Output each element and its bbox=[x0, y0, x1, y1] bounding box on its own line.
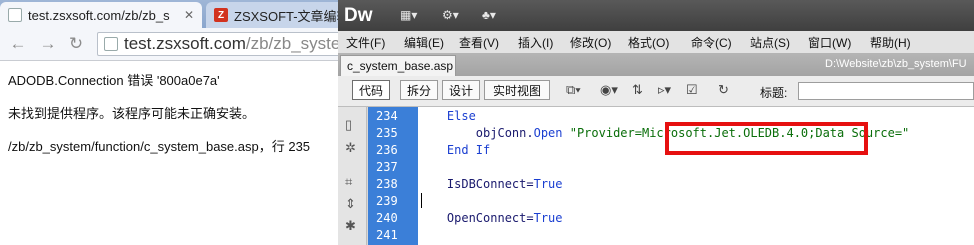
site-icon[interactable]: ♣▾ bbox=[482, 8, 496, 22]
menu-format[interactable]: 格式(O) bbox=[628, 34, 669, 51]
menu-insert[interactable]: 插入(I) bbox=[518, 34, 553, 51]
line-number-gutter: 234 235 236 237 238 239 240 241 bbox=[368, 107, 418, 245]
browser-tab-strip: test.zsxsoft.com/zb/zb_s ✕ Z ZSXSOFT-文章编… bbox=[0, 0, 346, 28]
debug-icon[interactable]: ⇅ bbox=[632, 82, 643, 98]
document-tab-bar: c_system_base.asp D:\Website\zb\zb_syste… bbox=[338, 53, 974, 76]
browser-window: test.zsxsoft.com/zb/zb_s ✕ Z ZSXSOFT-文章编… bbox=[0, 0, 357, 245]
page-icon bbox=[8, 8, 22, 22]
line-number: 239 bbox=[376, 194, 398, 208]
code-line: OpenConnect=True bbox=[418, 211, 563, 225]
code-view-button[interactable]: 代码 bbox=[352, 80, 390, 100]
refresh-icon[interactable]: ↻ bbox=[718, 82, 729, 98]
line-number: 241 bbox=[376, 228, 398, 242]
back-arrow-icon[interactable]: ← bbox=[8, 34, 28, 54]
dreamweaver-window: Dw ▦▾ ⚙▾ ♣▾ 文件(F) 编辑(E) 查看(V) 插入(I) 修改(O… bbox=[338, 0, 974, 245]
menu-modify[interactable]: 修改(O) bbox=[570, 34, 611, 51]
title-input[interactable] bbox=[798, 82, 974, 100]
browser-tab-active[interactable]: test.zsxsoft.com/zb/zb_s ✕ bbox=[0, 2, 202, 28]
code-line: Else bbox=[446, 109, 476, 123]
text-caret bbox=[421, 193, 422, 208]
error-message: 未找到提供程序。该程序可能未正确安装。 bbox=[8, 106, 256, 121]
visual-aids-icon[interactable]: ▹▾ bbox=[658, 82, 671, 98]
line-number: 238 bbox=[376, 177, 398, 191]
dw-logo: Dw bbox=[344, 5, 373, 26]
browser-toolbar: ← → ↻ test.zsxsoft.com/zb/zb_system bbox=[0, 28, 357, 61]
menu-window[interactable]: 窗口(W) bbox=[808, 34, 851, 51]
document-toolbar: 代码 拆分 设计 实时视图 ⧉▾ ◉▾ ⇅ ▹▾ ☑ ↻ 标题: bbox=[338, 76, 974, 107]
design-view-button[interactable]: 设计 bbox=[442, 80, 480, 100]
line-number: 234 bbox=[376, 109, 398, 123]
url-text: test.zsxsoft.com/zb/zb_system bbox=[124, 34, 355, 53]
browser-tab-inactive[interactable]: Z ZSXSOFT-文章编辑 bbox=[206, 2, 346, 28]
collapse-selection-icon[interactable]: ⇕ bbox=[345, 196, 356, 212]
open-documents-icon[interactable]: ▯ bbox=[345, 117, 352, 133]
close-icon[interactable]: ✕ bbox=[184, 8, 194, 22]
menu-view[interactable]: 查看(V) bbox=[459, 34, 499, 51]
line-number: 240 bbox=[376, 211, 398, 225]
collapse-tag-icon[interactable]: ⌗ bbox=[345, 174, 352, 190]
highlight-box bbox=[665, 122, 868, 155]
error-location: /zb/zb_system/function/c_system_base.asp… bbox=[8, 139, 311, 154]
address-bar[interactable]: test.zsxsoft.com/zb/zb_system bbox=[97, 32, 357, 56]
code-line: IsDBConnect=True bbox=[418, 177, 563, 191]
page-icon bbox=[104, 37, 118, 51]
menu-help[interactable]: 帮助(H) bbox=[870, 34, 911, 51]
document-path: D:\Website\zb\zb_system\FU bbox=[825, 58, 967, 70]
multiscreen-icon[interactable]: ⧉▾ bbox=[566, 82, 581, 98]
line-number: 237 bbox=[376, 160, 398, 174]
layout-icon[interactable]: ▦▾ bbox=[400, 8, 417, 22]
menu-edit[interactable]: 编辑(E) bbox=[404, 34, 444, 51]
gear-icon[interactable]: ⚙▾ bbox=[442, 8, 459, 22]
menu-commands[interactable]: 命令(C) bbox=[691, 34, 732, 51]
line-number: 235 bbox=[376, 126, 398, 140]
expand-all-icon[interactable]: ✱ bbox=[345, 218, 356, 234]
title-label: 标题: bbox=[760, 86, 788, 100]
forward-arrow-icon[interactable]: → bbox=[38, 34, 58, 54]
tab-title: ZSXSOFT-文章编辑 bbox=[234, 8, 346, 24]
line-number: 236 bbox=[376, 143, 398, 157]
preview-globe-icon[interactable]: ◉▾ bbox=[600, 82, 618, 98]
dw-menubar: 文件(F) 编辑(E) 查看(V) 插入(I) 修改(O) 格式(O) 命令(C… bbox=[338, 31, 974, 53]
validate-icon[interactable]: ☑ bbox=[686, 82, 698, 98]
zsxsoft-logo-icon: Z bbox=[214, 8, 228, 22]
dw-titlebar: Dw ▦▾ ⚙▾ ♣▾ bbox=[338, 0, 974, 31]
code-line: End If bbox=[446, 143, 491, 157]
settings-icon[interactable]: ✲ bbox=[345, 140, 356, 156]
reload-icon[interactable]: ↻ bbox=[66, 34, 86, 54]
live-view-button[interactable]: 实时视图 bbox=[484, 80, 550, 100]
menu-site[interactable]: 站点(S) bbox=[750, 34, 790, 51]
split-view-button[interactable]: 拆分 bbox=[400, 80, 438, 100]
error-title: ADODB.Connection 错误 '800a0e7a' bbox=[8, 73, 220, 88]
tab-title: test.zsxsoft.com/zb/zb_s bbox=[28, 7, 170, 23]
coding-toolbar: ▯ ✲ ⌗ ⇕ ✱ bbox=[338, 107, 367, 245]
menu-file[interactable]: 文件(F) bbox=[346, 34, 385, 51]
document-tab[interactable]: c_system_base.asp bbox=[340, 55, 456, 76]
